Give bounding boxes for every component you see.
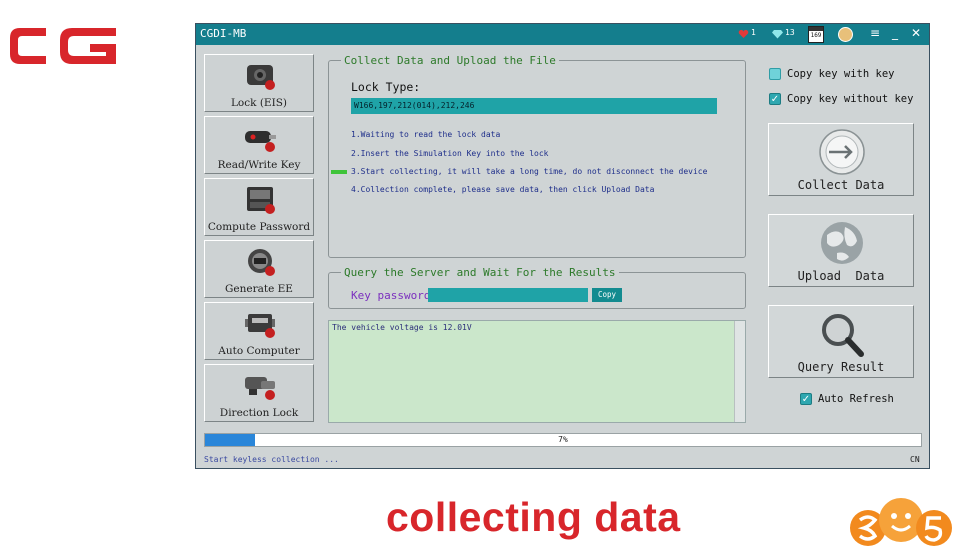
- alert-badge: [265, 204, 275, 214]
- sidebar-item-read-write-key[interactable]: Read/Write Key: [204, 116, 314, 174]
- log-text: The vehicle voltage is 12.01V: [332, 323, 472, 332]
- minimize-button[interactable]: _: [888, 26, 902, 40]
- close-button[interactable]: ✕: [909, 26, 923, 40]
- log-panel[interactable]: The vehicle voltage is 12.01V: [328, 320, 746, 423]
- diamond-count: 13: [785, 28, 795, 37]
- sidebar-item-direction-lock[interactable]: Direction Lock: [204, 364, 314, 422]
- globe-icon: [821, 222, 863, 264]
- app-window: CGDI-MB 1 13 169 ≡ _ ✕ Lock (EIS) Read/W…: [195, 23, 930, 469]
- user-avatar-icon[interactable]: [838, 27, 853, 42]
- copy-key-without-key-checkbox[interactable]: ✓: [769, 93, 781, 105]
- alert-badge: [265, 266, 275, 276]
- upload-data-button[interactable]: Upload Data: [768, 214, 914, 287]
- query-group-legend: Query the Server and Wait For the Result…: [341, 266, 619, 279]
- usb-icon: [819, 129, 865, 175]
- status-message: Start keyless collection ...: [204, 455, 339, 464]
- caption-text: collecting data: [386, 494, 681, 540]
- sidebar-item-label: Lock (EIS): [230, 97, 288, 109]
- calendar-date: 169: [810, 32, 822, 39]
- upload-data-label: Upload Data: [797, 269, 885, 283]
- sidebar-item-generate-ee[interactable]: Generate EE: [204, 240, 314, 298]
- sidebar-item-auto-computer[interactable]: Auto Computer: [204, 302, 314, 360]
- collect-data-button[interactable]: Collect Data: [768, 123, 914, 196]
- key-password-label: Key password: [351, 289, 431, 302]
- lock-type-label: Lock Type:: [351, 80, 421, 94]
- progress-bar: 7%: [204, 433, 922, 447]
- alert-badge: [265, 80, 275, 90]
- copy-key-without-key-label: Copy key without key: [787, 93, 914, 105]
- copy-key-with-key-label: Copy key with key: [787, 68, 895, 80]
- step-3: 3.Start collecting, it will take a long …: [351, 167, 708, 176]
- menu-button[interactable]: ≡: [868, 26, 882, 40]
- sidebar-item-compute-password[interactable]: Compute Password: [204, 178, 314, 236]
- collect-group-legend: Collect Data and Upload the File: [341, 54, 559, 67]
- alert-badge: [265, 390, 275, 400]
- title-bar: CGDI-MB 1 13 169 ≡ _ ✕: [196, 24, 929, 45]
- auto-refresh-checkbox[interactable]: ✓: [800, 393, 812, 405]
- brand-365-logo: [850, 498, 952, 546]
- calendar-icon[interactable]: 169: [808, 26, 824, 43]
- sidebar-item-label: Auto Computer: [218, 345, 300, 357]
- magnifier-icon: [822, 314, 864, 357]
- sidebar-item-label: Generate EE: [225, 283, 293, 295]
- alert-badge: [265, 142, 275, 152]
- heart-icon: [738, 29, 749, 38]
- copy-button[interactable]: Copy: [592, 288, 622, 302]
- window-title: CGDI-MB: [200, 27, 247, 40]
- heart-count: 1: [751, 28, 756, 37]
- lock-type-field[interactable]: W166,197,212(014),212,246: [351, 98, 717, 114]
- query-result-button[interactable]: Query Result: [768, 305, 914, 378]
- step-1: 1.Waiting to read the lock data: [351, 130, 501, 139]
- sidebar-item-lock-eis[interactable]: Lock (EIS): [204, 54, 314, 112]
- sidebar-item-label: Read/Write Key: [217, 159, 301, 171]
- progress-percent: 7%: [558, 435, 568, 444]
- step-2: 2.Insert the Simulation Key into the loc…: [351, 149, 549, 158]
- key-password-field[interactable]: [428, 288, 588, 302]
- query-result-label: Query Result: [797, 360, 885, 374]
- cg-brand-logo: [10, 28, 116, 64]
- alert-badge: [265, 328, 275, 338]
- step-4: 4.Collection complete, please save data,…: [351, 185, 655, 194]
- current-step-arrow-icon: [331, 170, 347, 174]
- auto-refresh-label: Auto Refresh: [818, 393, 894, 405]
- copy-key-with-key-checkbox[interactable]: [769, 68, 781, 80]
- log-scrollbar[interactable]: [734, 321, 745, 422]
- sidebar-item-label: Direction Lock: [219, 407, 299, 419]
- diamond-icon: [772, 30, 783, 39]
- collect-data-label: Collect Data: [797, 178, 885, 192]
- sidebar-item-label: Compute Password: [207, 221, 311, 233]
- language-indicator[interactable]: CN: [910, 455, 920, 464]
